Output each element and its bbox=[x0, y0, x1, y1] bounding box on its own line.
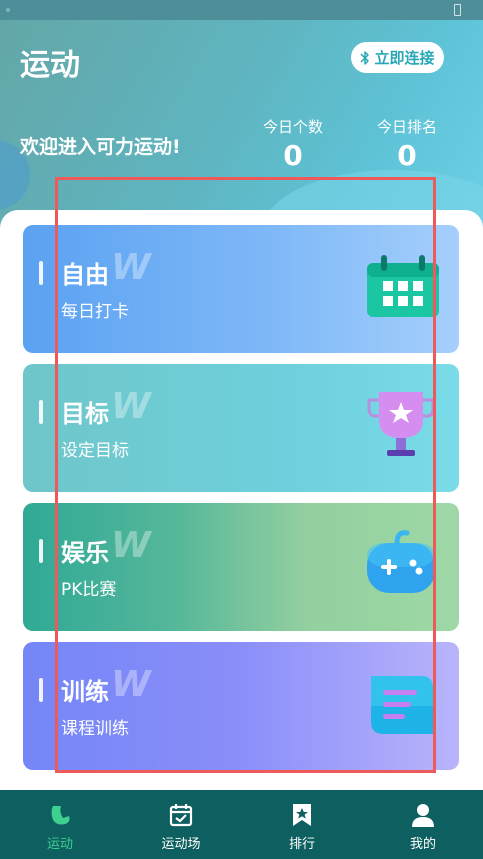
mode-card-goal[interactable]: 目标 W 设定目标 bbox=[23, 364, 459, 492]
bottom-nav: 运动 运动场 排行 我的 bbox=[0, 790, 483, 859]
connect-label: 立即连接 bbox=[374, 49, 435, 67]
card-title: 娱乐 bbox=[61, 539, 109, 567]
nav-label: 运动 bbox=[46, 837, 73, 852]
mode-card-train[interactable]: 训练 W 课程训练 bbox=[23, 642, 459, 770]
notebook-icon bbox=[371, 676, 433, 734]
nav-item-mine[interactable]: 我的 bbox=[363, 790, 483, 859]
arm-icon bbox=[51, 806, 70, 825]
card-accent-bar bbox=[39, 678, 43, 702]
nav-label: 运动场 bbox=[161, 837, 201, 852]
trophy-icon bbox=[367, 392, 435, 456]
card-accent-bar bbox=[39, 400, 43, 424]
today-rank-stat: 今日排名 0 bbox=[362, 116, 452, 172]
card-title: 训练 bbox=[61, 678, 109, 706]
card-subtitle: 设定目标 bbox=[61, 441, 129, 461]
today-rank-value: 0 bbox=[397, 139, 417, 172]
nav-item-ranking[interactable]: 排行 bbox=[242, 790, 362, 859]
card-title: 自由 bbox=[61, 261, 109, 289]
connect-button[interactable]: 立即连接 bbox=[351, 42, 444, 73]
watermark-logo: W bbox=[111, 386, 151, 427]
mode-card-free[interactable]: 自由 W 每日打卡 bbox=[23, 225, 459, 353]
welcome-text: 欢迎进入可力运动! bbox=[20, 136, 181, 158]
card-subtitle: PK比赛 bbox=[61, 580, 117, 600]
gamepad-icon bbox=[367, 530, 435, 593]
nav-item-field[interactable]: 运动场 bbox=[121, 790, 241, 859]
card-subtitle: 每日打卡 bbox=[61, 302, 129, 322]
watermark-logo: W bbox=[111, 247, 151, 288]
today-count-label: 今日个数 bbox=[262, 118, 323, 136]
watermark-logo: W bbox=[111, 525, 151, 566]
nav-label: 我的 bbox=[409, 837, 436, 852]
calendar-check-icon bbox=[169, 804, 193, 827]
nav-label: 排行 bbox=[288, 837, 315, 852]
card-title: 目标 bbox=[61, 400, 109, 428]
calendar-icon bbox=[367, 255, 439, 317]
today-count-stat: 今日个数 0 bbox=[248, 116, 338, 172]
today-count-value: 0 bbox=[283, 139, 303, 172]
page-title: 运动 bbox=[20, 48, 80, 83]
battery-icon bbox=[454, 4, 461, 16]
card-subtitle: 课程训练 bbox=[61, 719, 129, 739]
mode-card-fun[interactable]: 娱乐 W PK比赛 bbox=[23, 503, 459, 631]
card-accent-bar bbox=[39, 261, 43, 285]
bluetooth-icon bbox=[360, 50, 370, 65]
header: 运动 立即连接 欢迎进入可力运动! 今日个数 0 今日排名 0 bbox=[0, 20, 483, 230]
status-indicator-icon bbox=[6, 8, 10, 12]
user-icon bbox=[412, 804, 434, 827]
nav-item-sport[interactable]: 运动 bbox=[0, 790, 120, 859]
watermark-logo: W bbox=[111, 664, 151, 705]
card-accent-bar bbox=[39, 539, 43, 563]
today-rank-label: 今日排名 bbox=[376, 118, 437, 136]
mode-list: 自由 W 每日打卡 目标 W 设定目标 娱乐 W PK比赛 训练 W 课程训练 bbox=[0, 210, 483, 790]
status-bar bbox=[0, 0, 483, 20]
bookmark-star-icon bbox=[293, 804, 311, 826]
